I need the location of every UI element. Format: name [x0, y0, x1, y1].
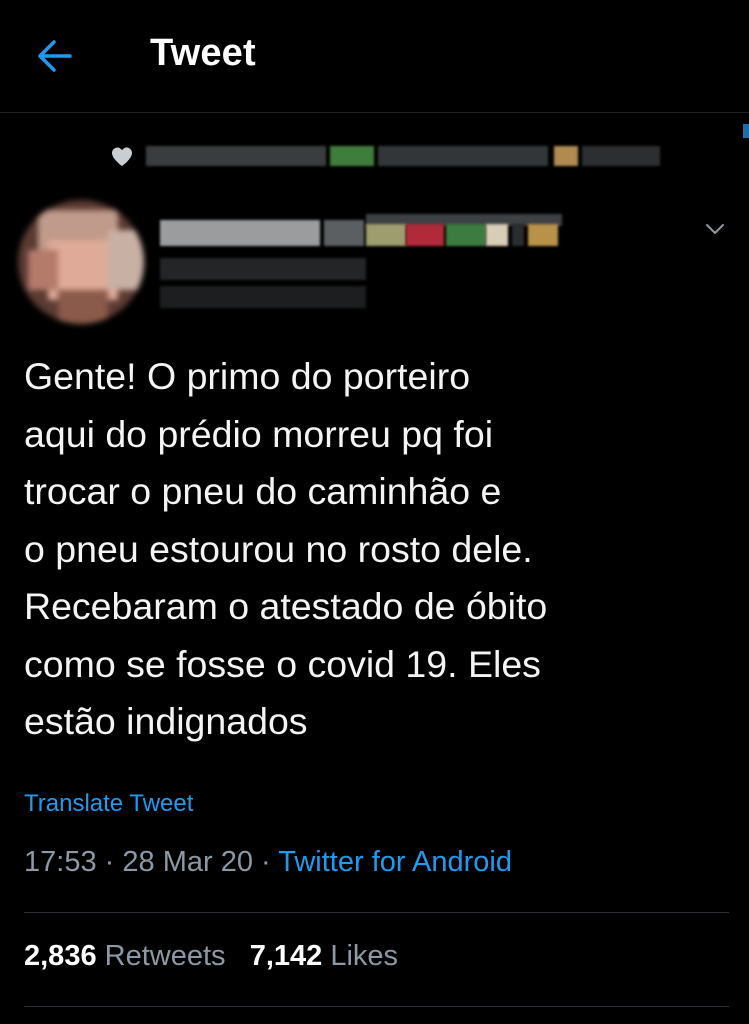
header-divider	[0, 112, 749, 113]
scroll-indicator	[743, 124, 749, 138]
heart-icon	[112, 147, 132, 166]
back-button[interactable]	[30, 34, 78, 78]
translate-tweet-link[interactable]: Translate Tweet	[24, 790, 193, 818]
tweet-menu-button[interactable]	[700, 214, 730, 244]
engagement-stats: 2,836 Retweets 7,142 Likes	[24, 940, 398, 973]
retweets-label: Retweets	[104, 940, 226, 972]
likes-label: Likes	[330, 940, 399, 972]
top-bar: Tweet	[0, 0, 749, 112]
tweet-meta: 17:53 · 28 Mar 20 · Twitter for Android	[24, 846, 512, 879]
tweet-date: 28 Mar 20	[122, 846, 253, 878]
avatar[interactable]	[18, 200, 144, 324]
tweet-source-link[interactable]: Twitter for Android	[278, 846, 512, 878]
likes-stat[interactable]: 7,142 Likes	[250, 940, 398, 973]
tweet-time: 17:53	[24, 846, 97, 878]
retweets-count: 2,836	[24, 940, 97, 972]
meta-separator: ·	[104, 846, 115, 878]
page-title: Tweet	[150, 32, 256, 74]
meta-separator: ·	[261, 846, 271, 878]
divider	[24, 912, 729, 913]
liked-by-row[interactable]	[110, 142, 670, 170]
retweets-stat[interactable]: 2,836 Retweets	[24, 940, 226, 973]
chevron-down-icon	[706, 224, 724, 234]
arrow-left-icon	[38, 40, 72, 72]
tweet-text: Gente! O primo do porteiro aqui do prédi…	[24, 355, 548, 742]
divider	[24, 1006, 729, 1007]
likes-count: 7,142	[249, 940, 323, 972]
author-info-redacted[interactable]	[160, 202, 562, 312]
